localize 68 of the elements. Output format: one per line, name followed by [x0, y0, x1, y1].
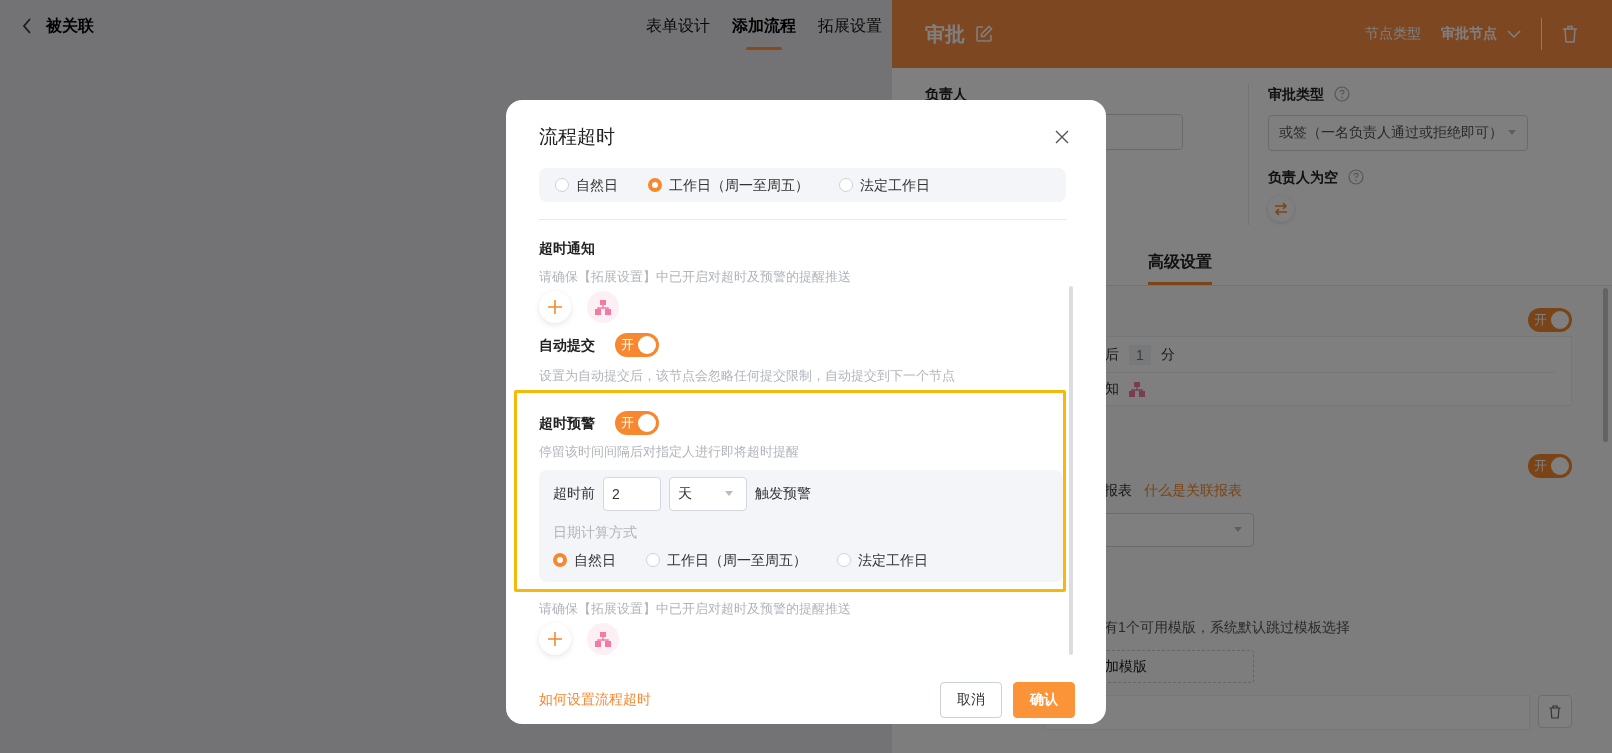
page-title: 被关联	[46, 15, 94, 36]
caret-icon	[724, 491, 734, 497]
delete-icon[interactable]	[1562, 25, 1578, 43]
node-type-label: 节点类型	[1365, 25, 1421, 43]
close-icon[interactable]	[1055, 130, 1069, 144]
dialog-title: 流程超时	[539, 125, 615, 149]
org-chart-icon	[595, 299, 611, 315]
caret-icon	[1233, 527, 1243, 533]
radio-option[interactable]: 自然日	[553, 550, 616, 570]
caret-icon	[1507, 130, 1517, 136]
org-chart-icon	[595, 631, 611, 647]
radio-icon	[837, 553, 851, 567]
scrollbar[interactable]	[1603, 288, 1608, 442]
radio-option[interactable]: 工作日（周一至周五）	[646, 550, 807, 570]
edit-icon[interactable]	[975, 25, 993, 43]
plus-icon	[547, 631, 563, 647]
org-chart-icon	[1129, 381, 1145, 397]
section-title: 超时预警	[539, 414, 595, 433]
radio-option[interactable]: 法定工作日	[837, 550, 928, 570]
back-icon[interactable]	[22, 18, 32, 34]
org-chart-button[interactable]	[587, 623, 619, 655]
number-field[interactable]: 1	[1129, 344, 1151, 365]
field-label: 超时前	[553, 485, 595, 503]
delete-button[interactable]	[1538, 695, 1572, 728]
page-tab[interactable]: 添加流程	[732, 0, 796, 52]
radio-option[interactable]: 工作日（周一至周五）	[648, 175, 809, 195]
help-icon	[1348, 169, 1364, 185]
section-title: 超时通知	[539, 239, 596, 258]
field-label: 审批类型	[1268, 85, 1324, 104]
field-label: 日期计算方式	[553, 523, 638, 542]
hint-text: 停留该时间间隔后对指定人进行即将超时提醒	[539, 443, 800, 461]
timeout-label: 后	[1105, 345, 1119, 364]
radio-icon	[839, 178, 853, 192]
radio-option[interactable]: 法定工作日	[839, 175, 930, 195]
section-title: 自动提交	[539, 336, 595, 355]
delete-icon	[1549, 704, 1561, 719]
template-hint: 有1个可用模版，系统默认跳过模板选择	[1104, 618, 1351, 637]
help-icon	[1334, 86, 1350, 102]
chevron-down-icon	[1507, 30, 1521, 38]
hint-text: 请确保【拓展设置】中已开启对超时及预警的提醒推送	[539, 600, 852, 618]
notify-label: 知	[1105, 380, 1119, 399]
toggle-switch[interactable]: 开	[615, 411, 659, 435]
radio-icon	[553, 553, 567, 567]
cancel-button[interactable]: 取消	[940, 682, 1002, 718]
swap-button[interactable]	[1268, 196, 1294, 222]
radio-icon	[646, 553, 660, 567]
node-title: 审批	[925, 21, 965, 47]
field-label: 负责人为空	[1268, 168, 1338, 187]
hint-text: 请确保【拓展设置】中已开启对超时及预警的提醒推送	[539, 268, 852, 286]
radio-icon	[555, 178, 569, 192]
unit-label: 分	[1160, 345, 1175, 364]
toggle-switch[interactable]: 开	[615, 333, 659, 357]
radio-option[interactable]: 自然日	[555, 175, 618, 195]
approval-type-select[interactable]: 或签（一名负责人通过或拒绝即可）	[1268, 115, 1528, 151]
field-label: 触发预警	[755, 485, 811, 503]
plus-icon	[547, 299, 563, 315]
radio-icon	[648, 178, 662, 192]
page-tab[interactable]: 表单设计	[646, 0, 710, 52]
help-link[interactable]: 如何设置流程超时	[539, 691, 651, 709]
scrollbar[interactable]	[1069, 286, 1073, 655]
swap-icon	[1274, 202, 1288, 216]
amount-field[interactable]: 2	[603, 477, 661, 511]
unit-select[interactable]: 天	[669, 477, 747, 511]
confirm-button[interactable]: 确认	[1013, 682, 1075, 718]
page-tab[interactable]: 拓展设置	[818, 0, 882, 52]
org-chart-button[interactable]	[587, 291, 619, 323]
add-button[interactable]	[539, 623, 571, 655]
add-button[interactable]	[539, 291, 571, 323]
